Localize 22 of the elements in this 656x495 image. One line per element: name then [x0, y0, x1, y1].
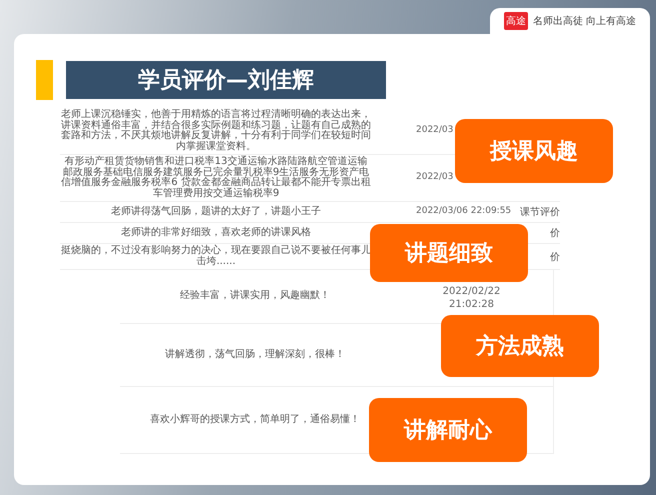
review-text: 经验丰富，讲课实用，风趣幽默！	[179, 291, 331, 302]
review-text: 喜欢小辉哥的授课方式，简单明了，通俗易懂！	[149, 414, 361, 426]
review-type: 价	[549, 227, 560, 240]
highlight-tag: 讲题细致	[370, 224, 528, 282]
review-text: 讲解透彻，荡气回肠，理解深刻，很棒！	[164, 350, 346, 360]
review-text: 老师上课沉稳锤实，他善于用精炼的语言将过程清晰明确的表达出来，讲课资料通俗丰富，并结合很多实际例题和练习题，让题有自己成熟的套路和方法，不厌其烦地讲解反复讲解，十分有利于同学们在较短时间内掌握课堂资料。	[60, 110, 372, 152]
review-text: 有形动产租赁货物销售和进口税率13交通运输水路陆路航空管道运输邮政服务基础电信服务建筑服务已完余量乳税率9生活服务无形资产电信增值服务金融服务税率6 贷款金都金融商品转让最都不能开专票出租车管理费用按交通运输税率9	[60, 157, 372, 199]
review-type: 价	[549, 250, 560, 264]
highlight-tag: 方法成熟	[441, 315, 599, 377]
highlight-tag: 讲解耐心	[369, 398, 527, 462]
review-date: 2022/03/06 22:09:55	[415, 206, 512, 218]
review-date: 2022/03	[415, 172, 454, 184]
review-type: 课节评价	[520, 206, 560, 219]
review-date: 2022/03	[415, 125, 454, 137]
review-text: 老师讲得荡气回肠，题讲的太好了，讲题小王子	[110, 206, 322, 218]
brand-logo: 高途	[504, 12, 528, 30]
review-text: 老师讲的非常好细致，喜欢老师的讲课风格	[120, 228, 312, 238]
brand-slogan: 名师出高徒 向上有高途	[532, 14, 636, 28]
highlight-tag: 授课风趣	[455, 119, 613, 183]
review-date: 2022/02/22 21:02:28	[442, 285, 502, 311]
accent-bar	[36, 60, 53, 100]
page-title: 学员评价—刘佳辉	[66, 61, 386, 99]
